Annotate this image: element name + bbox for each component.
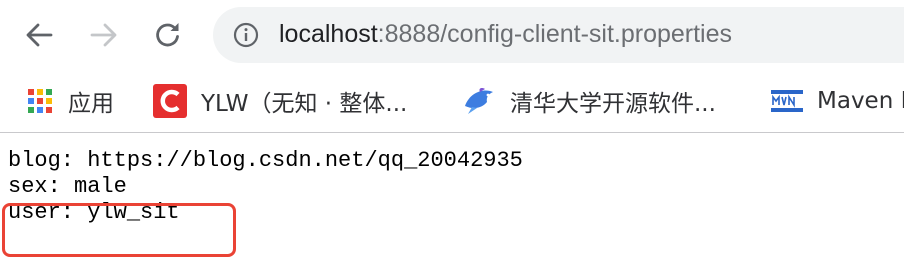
- bookmark-tuna[interactable]: 清华大学开源软件...: [462, 70, 716, 132]
- back-arrow-icon: [26, 23, 53, 47]
- url-text[interactable]: localhost:8888/config-client-sit.propert…: [279, 19, 732, 49]
- properties-line-blog: blog: https://blog.csdn.net/qq_20042935: [8, 148, 523, 173]
- apps-grid-icon: [28, 89, 52, 113]
- url-host: localhost: [279, 20, 378, 48]
- bookmark-label: Maven R: [817, 88, 904, 114]
- forward-arrow-icon: [90, 23, 117, 47]
- properties-line-sex: sex: male: [8, 174, 127, 199]
- reload-icon: [156, 23, 179, 47]
- reload-button[interactable]: [146, 14, 190, 56]
- bookmarks-bar: 应用 YLW（无知 · 整体... 清华大学开源软件... Maven R: [0, 70, 904, 132]
- back-button[interactable]: [17, 14, 61, 56]
- bookmark-label: 应用: [68, 91, 114, 117]
- bookmark-label: YLW（无知 · 整体...: [201, 91, 408, 117]
- bookmark-csdn[interactable]: YLW（无知 · 整体...: [153, 70, 407, 132]
- bookmark-maven[interactable]: Maven R: [771, 70, 904, 132]
- csdn-c-icon: [153, 84, 187, 118]
- tuna-fish-icon: [465, 88, 493, 114]
- site-info-icon[interactable]: [233, 22, 259, 48]
- browser-toolbar: localhost:8888/config-client-sit.propert…: [0, 0, 904, 70]
- address-bar[interactable]: localhost:8888/config-client-sit.propert…: [213, 7, 904, 63]
- bookmark-label: 清华大学开源软件...: [510, 91, 716, 117]
- toolbar-divider: [0, 132, 904, 133]
- highlight-box: [2, 203, 236, 257]
- mvn-icon: [771, 90, 803, 112]
- url-path: :8888/config-client-sit.properties: [377, 20, 733, 48]
- bookmark-apps[interactable]: 应用: [26, 70, 114, 132]
- forward-button[interactable]: [82, 14, 126, 56]
